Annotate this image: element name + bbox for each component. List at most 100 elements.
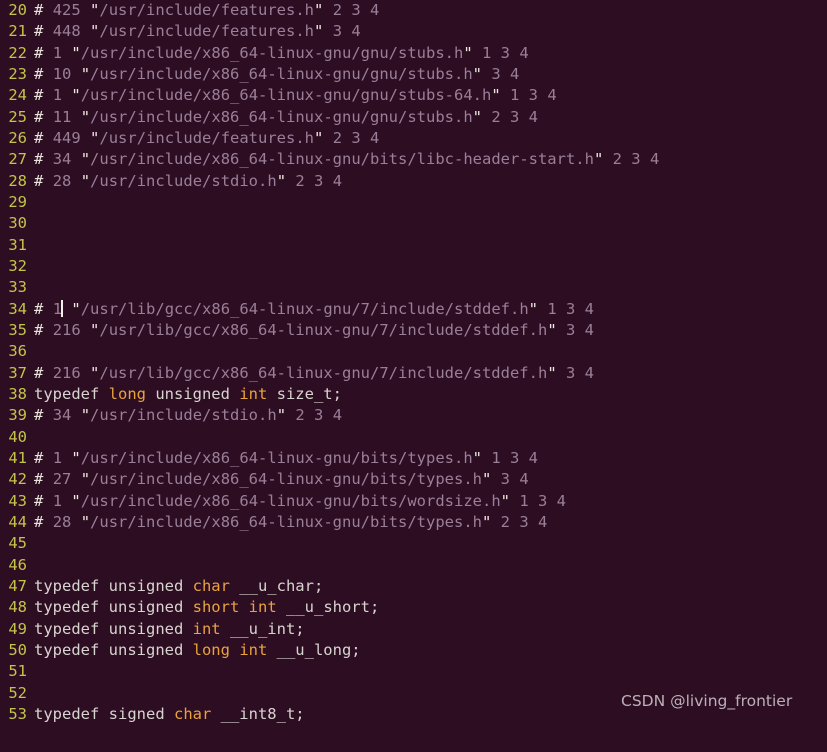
code-line[interactable]: 42 # 27 "/usr/include/x86_64-linux-gnu/bi… [0, 469, 827, 490]
line-number: 47 [8, 576, 27, 595]
code-token-quote: " [80, 512, 91, 531]
code-token-plain: __u_short; [276, 598, 380, 617]
code-token-num: 449 [52, 128, 81, 147]
code-token-path: /usr/include/x86_64-linux-gnu/bits/types… [90, 512, 482, 531]
code-token-num: 216 [52, 363, 81, 382]
code-line[interactable]: 29 [0, 192, 827, 213]
code-line[interactable]: 22 # 1 "/usr/include/x86_64-linux-gnu/gnu… [0, 43, 827, 64]
code-token-plainspace [62, 86, 71, 104]
code-line[interactable]: 40 [0, 427, 827, 448]
code-token-plain: typedef signed [34, 704, 174, 723]
code-token-quote: " [71, 491, 81, 510]
code-token-num: 2 3 4 [286, 171, 343, 190]
code-line[interactable]: 48 typedef unsigned short int __u_short; [0, 597, 827, 618]
code-token-path: /usr/include/x86_64-linux-gnu/gnu/stubs.… [80, 43, 464, 62]
code-line[interactable]: 33 [0, 277, 827, 298]
code-token-plain: typedef unsigned [34, 598, 193, 617]
code-token-num: 2 3 4 [323, 128, 380, 147]
code-token-quote: " [90, 320, 100, 339]
code-line[interactable]: 41 # 1 "/usr/include/x86_64-linux-gnu/bit… [0, 448, 827, 469]
code-token-num: 1 3 4 [472, 43, 529, 62]
code-token-path: /usr/include/x86_64-linux-gnu/bits/types… [80, 448, 473, 467]
code-token-plainspace [81, 321, 90, 339]
code-token-plain: typedef unsigned [34, 576, 193, 595]
code-token-num: 1 3 4 [482, 448, 538, 467]
code-token-plainspace [71, 513, 80, 531]
code-token-plainspace [43, 108, 52, 126]
line-number: 30 [8, 214, 27, 233]
code-token-num: 1 3 4 [500, 86, 557, 105]
code-token-quote: " [80, 64, 91, 83]
code-line[interactable]: 21 # 448 "/usr/include/features.h" 3 4 [0, 21, 827, 42]
code-token-quote: " [90, 22, 100, 41]
code-token-path: /usr/include/features.h [99, 1, 315, 19]
code-line[interactable]: 46 [0, 555, 827, 576]
line-number: 50 [8, 640, 27, 659]
code-token-hash: # [34, 1, 44, 19]
code-editor-viewport[interactable]: 20 # 425 "/usr/include/features.h" 2 3 42… [0, 0, 827, 752]
code-token-plainspace [43, 406, 52, 424]
code-token-num: 448 [52, 22, 81, 41]
code-line[interactable]: 31 [0, 235, 827, 256]
code-token-quote: " [71, 299, 81, 318]
code-token-quote: " [276, 171, 287, 190]
code-token-quote: " [90, 128, 100, 147]
line-number: 36 [8, 342, 27, 361]
code-line[interactable]: 45 [0, 533, 827, 554]
code-line[interactable]: 47 typedef unsigned char __u_char; [0, 576, 827, 597]
code-token-num: 216 [52, 320, 81, 339]
code-line[interactable]: 27 # 34 "/usr/include/x86_64-linux-gnu/bi… [0, 149, 827, 170]
code-token-hash: # [34, 470, 44, 489]
code-token-num: 2 3 4 [482, 107, 538, 126]
code-token-num: 11 [52, 107, 72, 126]
code-line[interactable]: 43 # 1 "/usr/include/x86_64-linux-gnu/bit… [0, 491, 827, 512]
code-line[interactable]: 26 # 449 "/usr/include/features.h" 2 3 4 [0, 128, 827, 149]
code-token-quote: " [593, 150, 604, 169]
code-line[interactable]: 20 # 425 "/usr/include/features.h" 2 3 4 [0, 0, 827, 21]
code-line[interactable]: 32 [0, 256, 827, 277]
code-line[interactable]: 23 # 10 "/usr/include/x86_64-linux-gnu/gn… [0, 64, 827, 85]
code-token-plainspace [43, 65, 52, 83]
line-number: 37 [8, 363, 27, 382]
code-token-plainspace [62, 300, 71, 318]
code-line[interactable]: 38 typedef long unsigned int size_t; [0, 384, 827, 405]
code-line[interactable]: 51 [0, 661, 827, 682]
code-token-plainspace [62, 449, 71, 467]
code-line[interactable]: 35 # 216 "/usr/lib/gcc/x86_64-linux-gnu/7… [0, 320, 827, 341]
code-token-plain: typedef unsigned [34, 640, 193, 659]
code-token-num: 1 [52, 491, 63, 510]
code-token-hash: # [34, 43, 44, 62]
code-line[interactable]: 36 [0, 341, 827, 362]
code-token-num: 3 4 [556, 320, 594, 339]
code-token-plainspace [43, 129, 52, 147]
code-line[interactable]: 49 typedef unsigned int __u_int; [0, 619, 827, 640]
code-line[interactable]: 28 # 28 "/usr/include/stdio.h" 2 3 4 [0, 171, 827, 192]
code-token-hash: # [34, 128, 44, 147]
code-token-type: int [192, 619, 221, 638]
code-token-quote: " [491, 86, 501, 105]
code-line[interactable]: 34 # 1 "/usr/lib/gcc/x86_64-linux-gnu/7/i… [0, 299, 827, 320]
code-token-hash: # [34, 299, 44, 318]
code-token-plainspace [43, 513, 52, 531]
code-token-plainspace [71, 406, 80, 424]
line-number: 24 [8, 86, 27, 105]
code-token-plainspace [43, 1, 52, 19]
code-line[interactable]: 30 [0, 213, 827, 234]
code-line[interactable]: 37 # 216 "/usr/lib/gcc/x86_64-linux-gnu/7… [0, 363, 827, 384]
code-line[interactable]: 44 # 28 "/usr/include/x86_64-linux-gnu/bi… [0, 512, 827, 533]
code-line[interactable]: 50 typedef unsigned long int __u_long; [0, 640, 827, 661]
code-token-hash: # [34, 406, 44, 425]
code-token-quote: " [80, 470, 91, 489]
code-line[interactable]: 25 # 11 "/usr/include/x86_64-linux-gnu/gn… [0, 107, 827, 128]
code-line[interactable]: 39 # 34 "/usr/include/stdio.h" 2 3 4 [0, 405, 827, 426]
code-token-quote: " [314, 1, 324, 19]
code-token-num: 34 [52, 406, 72, 425]
code-line[interactable]: 53 typedef signed char __int8_t; [0, 704, 827, 725]
code-line[interactable]: 24 # 1 "/usr/include/x86_64-linux-gnu/gnu… [0, 85, 827, 106]
code-token-plainspace [43, 492, 52, 510]
line-number: 43 [8, 491, 27, 510]
code-token-quote: " [500, 491, 510, 510]
code-line[interactable]: 52 [0, 683, 827, 704]
line-number: 41 [8, 448, 27, 467]
code-token-quote: " [276, 406, 287, 425]
